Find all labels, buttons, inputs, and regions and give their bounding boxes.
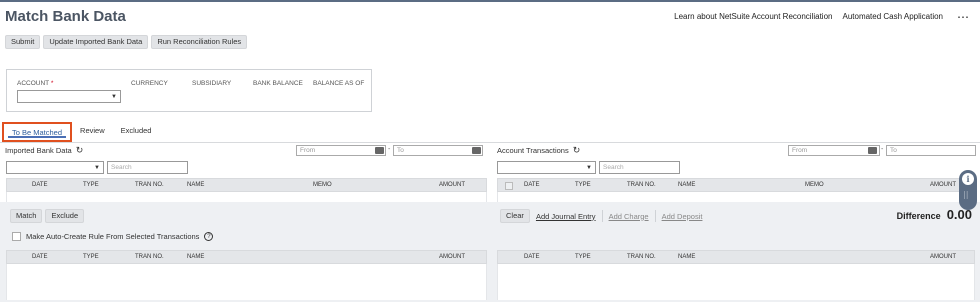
imported-to-date[interactable]: To [393,145,483,156]
imported-filter-select[interactable]: ▼ [6,161,104,174]
tab-to-be-matched[interactable]: To Be Matched [2,122,73,142]
column-header: AMOUNT [439,254,465,260]
tab-divider [0,142,980,143]
account-search-input[interactable]: Search [599,161,680,174]
account-from-date[interactable]: From [788,145,880,156]
auto-create-label: Make Auto-Create Rule From Selected Tran… [26,232,200,241]
add-charge-link[interactable]: Add Charge [609,212,649,221]
divider [601,210,603,222]
update-imported-bank-data-button[interactable]: Update Imported Bank Data [43,35,149,49]
column-header[interactable]: MEMO [313,182,332,188]
column-header[interactable]: MEMO [805,182,824,188]
account-label: ACCOUNT * [17,80,53,87]
transaction-actions: Clear Add Journal Entry Add Charge Add D… [500,209,702,223]
column-header[interactable]: NAME [187,182,204,188]
filter-panel: ACCOUNT * ▼ CURRENCY SUBSIDIARY BANK BAL… [6,69,372,112]
info-widget[interactable]: i ∷ ∷ [959,170,977,210]
exclude-button[interactable]: Exclude [45,209,85,223]
chevron-down-icon: ▼ [94,165,100,171]
calendar-icon[interactable] [868,146,878,154]
difference-label: Difference [896,211,941,221]
column-header: AMOUNT [930,254,956,260]
chevron-down-icon: ▼ [586,165,592,171]
top-links: Learn about NetSuite Account Reconciliat… [674,11,970,23]
column-header: NAME [187,254,205,260]
column-header[interactable]: TYPE [83,182,99,188]
imported-table-header: DATE TYPE TRAN NO. NAME MEMO AMOUNT [6,178,487,192]
account-to-date[interactable]: To [886,145,976,156]
add-journal-entry-link[interactable]: Add Journal Entry [536,212,596,221]
divider [654,210,656,222]
info-icon: i [962,173,974,185]
calendar-icon[interactable] [375,146,385,154]
auto-create-checkbox[interactable] [12,232,21,241]
selected-account-table-body [497,264,975,300]
clear-button[interactable]: Clear [500,209,530,223]
date-range-dash: - [388,146,391,153]
column-header[interactable]: DATE [32,182,48,188]
column-header: TYPE [575,254,591,260]
tab-review[interactable]: Review [72,122,113,142]
more-menu-icon[interactable]: ⋯ [957,11,970,23]
match-actions: Match Exclude [10,209,85,223]
calendar-icon[interactable] [472,146,482,154]
refresh-icon[interactable]: ↻ [573,145,581,156]
column-header: DATE [32,254,48,260]
match-button[interactable]: Match [10,209,43,223]
imported-table-body [6,192,487,202]
run-reconciliation-rules-button[interactable]: Run Reconciliation Rules [151,35,248,49]
refresh-icon[interactable]: ↻ [76,145,84,156]
column-header[interactable]: TYPE [575,182,591,188]
tab-excluded[interactable]: Excluded [113,122,160,142]
learn-reconciliation-link[interactable]: Learn about NetSuite Account Reconciliat… [674,12,832,21]
imported-bank-data-header: Imported Bank Data ↻ [5,145,83,156]
account-label-text: ACCOUNT [17,80,50,87]
add-deposit-link[interactable]: Add Deposit [662,212,703,221]
automated-cash-application-link[interactable]: Automated Cash Application [842,12,943,21]
balance-as-of-label: BALANCE AS OF [313,80,365,87]
imported-bank-data-title: Imported Bank Data [5,146,72,155]
required-marker: * [50,80,54,87]
auto-create-rule-option: Make Auto-Create Rule From Selected Tran… [12,232,214,241]
help-icon[interactable]: ? [204,232,214,241]
column-header[interactable]: DATE [524,182,540,188]
top-bar [0,0,980,2]
select-all-checkbox[interactable] [505,182,513,190]
account-transactions-header: Account Transactions ↻ [497,145,580,156]
chevron-down-icon: ▼ [111,94,117,100]
submit-button[interactable]: Submit [5,35,41,49]
account-table-body [497,192,975,202]
column-header[interactable]: AMOUNT [439,182,465,188]
page-title: Match Bank Data [5,8,126,25]
currency-label: CURRENCY [131,80,168,87]
account-select[interactable]: ▼ [17,90,121,103]
date-range-dash: - [881,146,884,153]
selected-account-table-header: DATE TYPE TRAN NO. NAME AMOUNT [497,250,975,264]
column-header: TRAN NO. [135,254,164,260]
column-header: NAME [678,254,696,260]
column-header: TYPE [83,254,99,260]
column-header[interactable]: TRAN NO. [135,182,164,188]
bank-balance-label: BANK BALANCE [253,80,303,87]
selected-imported-table-header: DATE TYPE TRAN NO. NAME AMOUNT [6,250,487,264]
keypad-icon: ∷ ∷ [964,191,969,201]
account-table-header: DATE TYPE TRAN NO. NAME MEMO AMOUNT [497,178,975,192]
column-header[interactable]: TRAN NO. [627,182,656,188]
subsidiary-label: SUBSIDIARY [192,80,232,87]
tab-bar: To Be Matched Review Excluded [2,122,159,142]
account-filter-select[interactable]: ▼ [497,161,596,174]
column-header: TRAN NO. [627,254,656,260]
column-header[interactable]: AMOUNT [930,182,956,188]
selected-imported-table-body [6,264,487,300]
account-transactions-title: Account Transactions [497,146,569,155]
column-header: DATE [524,254,540,260]
column-header[interactable]: NAME [678,182,695,188]
toolbar: Submit Update Imported Bank Data Run Rec… [5,35,248,49]
imported-from-date[interactable]: From [296,145,386,156]
difference-display: Difference 0.00 [897,207,972,222]
imported-search-input[interactable]: Search [107,161,188,174]
